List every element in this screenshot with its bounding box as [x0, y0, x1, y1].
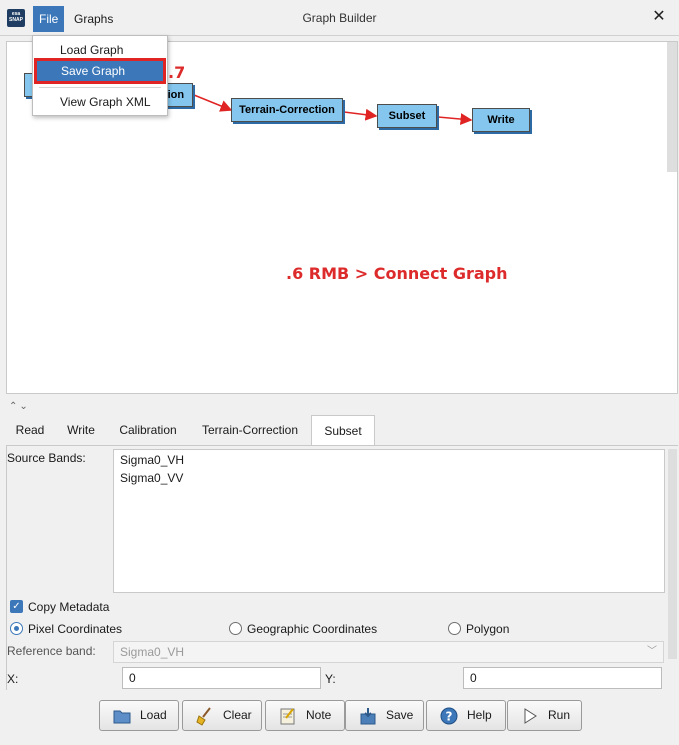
save-icon [360, 708, 376, 725]
tab-read[interactable]: Read [10, 415, 50, 445]
panel-scrollbar[interactable] [668, 449, 677, 659]
clear-button[interactable]: Clear [182, 700, 262, 731]
menu-item-view-graph-xml[interactable]: View Graph XML [33, 91, 167, 113]
clear-button-label: Clear [223, 708, 252, 722]
reference-band-label: Reference band: [7, 644, 96, 658]
tab-write[interactable]: Write [60, 415, 102, 445]
annotation-step-7: .7 [168, 63, 186, 82]
load-button[interactable]: Load [99, 700, 179, 731]
annotation-step-6: .6 RMB > Connect Graph [286, 264, 508, 283]
file-dropdown-menu: Load Graph Save Graph View Graph XML [32, 35, 168, 116]
help-icon: ? [440, 707, 458, 725]
save-button[interactable]: Save [345, 700, 424, 731]
note-button-label: Note [306, 708, 332, 722]
band-item[interactable]: Sigma0_VV [120, 471, 183, 485]
run-button-label: Run [548, 708, 571, 722]
canvas-scrollbar[interactable] [667, 42, 677, 172]
play-icon [524, 708, 537, 724]
collapse-expand-icon[interactable]: ⌃⌄ [9, 401, 30, 412]
copy-metadata-checkbox[interactable]: ✓ [10, 600, 23, 613]
source-bands-label: Source Bands: [7, 451, 86, 465]
chevron-down-icon: ﹀ [647, 646, 657, 657]
run-button[interactable]: Run [507, 700, 582, 731]
window-title: Graph Builder [302, 11, 377, 25]
edge-terrain-subset [343, 108, 378, 121]
tab-terrain-correction[interactable]: Terrain-Correction [194, 415, 306, 445]
geographic-coordinates-label: Geographic Coordinates [247, 622, 378, 636]
node-write[interactable]: Write [472, 108, 530, 132]
node-subset[interactable]: Subset [377, 104, 437, 128]
y-input[interactable]: 0 [463, 667, 662, 689]
polygon-label: Polygon [466, 622, 510, 636]
pixel-coordinates-radio[interactable] [10, 622, 23, 635]
help-button-label: Help [467, 708, 492, 722]
load-button-label: Load [140, 708, 167, 722]
x-label: X: [7, 672, 19, 686]
copy-metadata-label: Copy Metadata [28, 600, 110, 614]
menu-separator [39, 87, 161, 88]
source-bands-list[interactable]: Sigma0_VH Sigma0_VV [113, 449, 665, 593]
y-label: Y: [325, 672, 336, 686]
title-bar: esa SNAP File Graphs Graph Builder ✕ [0, 0, 679, 36]
tab-subset[interactable]: Subset [311, 415, 375, 446]
tab-calibration[interactable]: Calibration [112, 415, 184, 445]
polygon-radio[interactable] [448, 622, 461, 635]
broom-icon [196, 707, 211, 726]
reference-band-value: Sigma0_VH [120, 645, 185, 659]
menu-item-save-graph[interactable]: Save Graph [34, 58, 166, 84]
band-item[interactable]: Sigma0_VH [120, 453, 184, 467]
help-button[interactable]: ? Help [426, 700, 506, 731]
svg-text:?: ? [446, 710, 453, 724]
close-icon[interactable]: ✕ [649, 7, 669, 27]
note-button[interactable]: Note [265, 700, 345, 731]
note-icon [280, 708, 295, 725]
folder-icon [113, 710, 131, 724]
geographic-coordinates-radio[interactable] [229, 622, 242, 635]
x-input[interactable]: 0 [122, 667, 321, 689]
pixel-coordinates-label: Pixel Coordinates [28, 622, 123, 636]
reference-band-select[interactable]: Sigma0_VH ﹀ [113, 641, 664, 663]
edge-calibration-terrain [193, 94, 233, 112]
node-terrain-correction[interactable]: Terrain-Correction [231, 98, 343, 122]
save-button-label: Save [386, 708, 414, 722]
edge-subset-write [437, 113, 473, 126]
